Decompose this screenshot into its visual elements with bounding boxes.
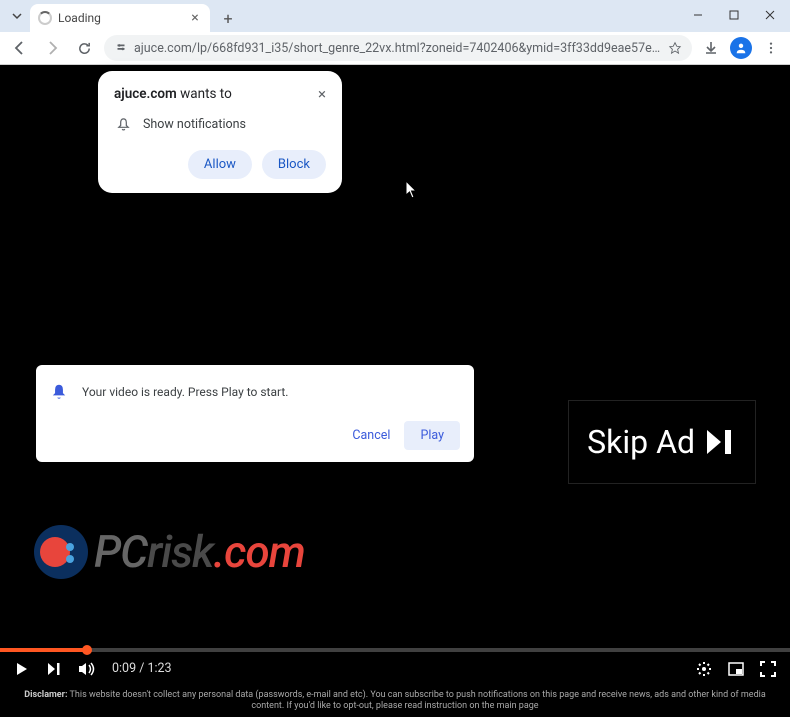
next-icon	[46, 661, 62, 677]
close-window-button[interactable]	[756, 4, 784, 26]
skip-ad-label: Skip Ad	[587, 423, 695, 461]
fullscreen-icon	[760, 661, 776, 677]
skip-next-icon	[705, 428, 737, 456]
bell-icon	[50, 383, 68, 401]
reload-button[interactable]	[72, 36, 96, 60]
allow-button[interactable]: Allow	[188, 150, 252, 179]
page-content: ajuce.com wants to × Show notifications …	[0, 65, 790, 717]
url-text: ajuce.com/lp/668fd931_i35/short_genre_22…	[134, 41, 662, 56]
block-button[interactable]: Block	[262, 150, 326, 179]
downloads-button[interactable]	[700, 37, 722, 59]
ready-message: Your video is ready. Press Play to start…	[82, 385, 288, 399]
new-tab-button[interactable]: +	[216, 6, 240, 30]
fullscreen-button[interactable]	[760, 661, 776, 677]
permission-title: ajuce.com wants to	[114, 86, 232, 102]
play-icon	[14, 661, 30, 677]
browser-chrome: Loading × + ajuce.com/lp/668fd931_i35/sh…	[0, 0, 790, 65]
window-controls	[684, 4, 784, 26]
tab-search-dropdown[interactable]	[8, 7, 26, 25]
permission-item: Show notifications	[116, 117, 326, 132]
minimize-button[interactable]	[684, 4, 712, 26]
miniplayer-icon	[728, 662, 744, 676]
address-bar: ajuce.com/lp/668fd931_i35/short_genre_22…	[0, 32, 790, 65]
video-ready-modal: Your video is ready. Press Play to start…	[36, 365, 474, 462]
site-settings-icon[interactable]	[114, 41, 128, 55]
gear-icon	[696, 661, 712, 677]
maximize-button[interactable]	[720, 4, 748, 26]
tab-close-button[interactable]: ×	[188, 11, 202, 25]
settings-button[interactable]	[696, 661, 712, 677]
tab-title: Loading	[58, 11, 182, 25]
loading-spinner-icon	[38, 11, 52, 25]
browser-tab[interactable]: Loading ×	[30, 4, 210, 32]
play-pause-button[interactable]	[14, 661, 30, 677]
notification-permission-prompt: ajuce.com wants to × Show notifications …	[98, 71, 342, 193]
forward-button[interactable]	[40, 36, 64, 60]
profile-button[interactable]	[730, 37, 752, 59]
disclaimer-text: Disclamer: This website doesn't collect …	[0, 686, 790, 717]
next-button[interactable]	[46, 661, 62, 677]
profile-avatar-icon	[734, 41, 748, 55]
url-box[interactable]: ajuce.com/lp/668fd931_i35/short_genre_22…	[104, 35, 692, 61]
volume-icon	[78, 661, 96, 677]
pcrisk-logo-icon	[34, 525, 88, 579]
chevron-down-icon	[12, 11, 22, 21]
time-display: 0:09 / 1:23	[112, 661, 172, 676]
cancel-button[interactable]: Cancel	[352, 428, 390, 443]
watermark-logo: PCrisk.com	[34, 525, 305, 579]
video-controls: 0:09 / 1:23	[0, 652, 790, 685]
back-button[interactable]	[8, 36, 32, 60]
bell-icon	[116, 117, 131, 132]
mouse-cursor-icon	[405, 180, 419, 200]
star-bookmark-icon[interactable]	[668, 41, 682, 55]
permission-close-button[interactable]: ×	[318, 85, 326, 103]
menu-button[interactable]	[760, 37, 782, 59]
miniplayer-button[interactable]	[728, 662, 744, 676]
tab-bar: Loading × +	[0, 0, 790, 32]
watermark-text: PCrisk.com	[94, 526, 305, 578]
volume-button[interactable]	[78, 661, 96, 677]
permission-item-label: Show notifications	[143, 117, 246, 132]
play-button[interactable]: Play	[404, 421, 460, 450]
skip-ad-button[interactable]: Skip Ad	[568, 400, 756, 484]
